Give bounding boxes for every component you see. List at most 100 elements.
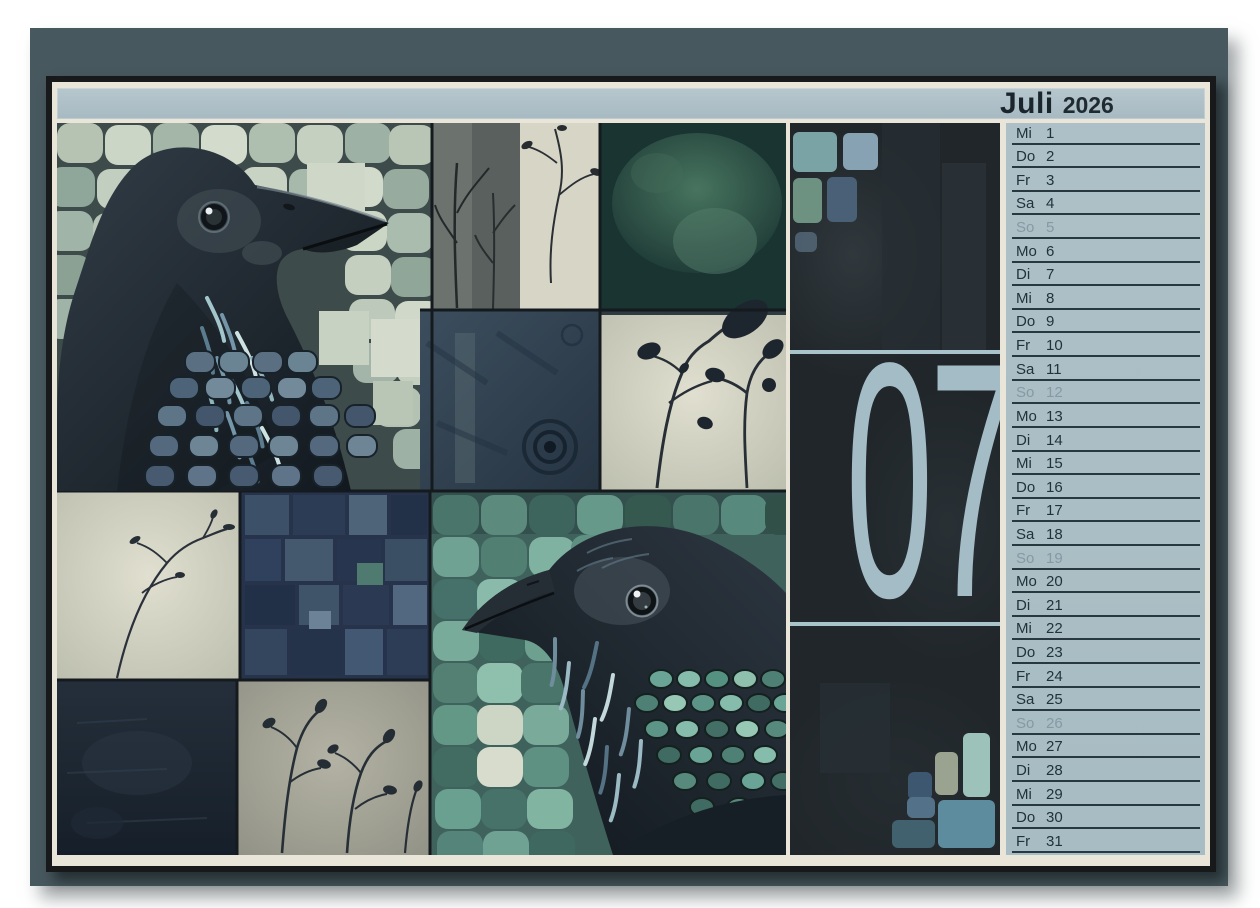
- day-abbr: Mi: [1016, 786, 1042, 803]
- day-row: Sa18: [1006, 524, 1205, 548]
- day-number: 9: [1046, 313, 1054, 330]
- day-abbr: Do: [1016, 479, 1042, 496]
- day-abbr: Di: [1016, 597, 1042, 614]
- day-abbr: So: [1016, 219, 1042, 236]
- day-row: Fr31: [1006, 831, 1205, 855]
- day-row: Mo27: [1006, 737, 1205, 761]
- day-row: Di7: [1006, 265, 1205, 289]
- day-row: Do9: [1006, 312, 1205, 336]
- day-abbr: So: [1016, 550, 1042, 567]
- day-abbr: Fr: [1016, 337, 1042, 354]
- day-abbr: Mo: [1016, 573, 1042, 590]
- header-bar: Juli 2026: [57, 88, 1205, 119]
- day-number: 1: [1046, 125, 1054, 142]
- day-number: 31: [1046, 833, 1063, 850]
- day-row: So12: [1006, 383, 1205, 407]
- day-abbr: So: [1016, 715, 1042, 732]
- tree-panel-gray: [432, 123, 520, 310]
- day-number: 8: [1046, 290, 1054, 307]
- day-number: 19: [1046, 550, 1063, 567]
- day-row: Mi8: [1006, 288, 1205, 312]
- thin-branch-panel: [57, 491, 240, 680]
- day-abbr: Mi: [1016, 620, 1042, 637]
- day-number: 28: [1046, 762, 1063, 779]
- raven-right-eye: [627, 586, 658, 617]
- day-row: Di21: [1006, 595, 1205, 619]
- day-abbr: Fr: [1016, 668, 1042, 685]
- day-row: Mi1: [1006, 123, 1205, 147]
- day-abbr: Mo: [1016, 738, 1042, 755]
- day-row: Di14: [1006, 430, 1205, 454]
- day-row: Mi29: [1006, 784, 1205, 808]
- day-row: Do16: [1006, 477, 1205, 501]
- day-number: 21: [1046, 597, 1063, 614]
- month-title: Juli 2026: [1000, 88, 1114, 120]
- day-abbr: Di: [1016, 762, 1042, 779]
- day-abbr: Mo: [1016, 243, 1042, 260]
- day-row: Mo6: [1006, 241, 1205, 265]
- mosaic-tile: [827, 177, 857, 222]
- day-number: 16: [1046, 479, 1063, 496]
- day-row: Do2: [1006, 147, 1205, 171]
- day-number: 15: [1046, 455, 1063, 472]
- day-row: Sa4: [1006, 194, 1205, 218]
- wood-knot-panel: [420, 310, 600, 490]
- dark-texture-panel: [57, 680, 237, 855]
- desk-pad: Juli 2026: [30, 28, 1228, 886]
- day-number: 23: [1046, 644, 1063, 661]
- day-number: 30: [1046, 809, 1063, 826]
- block-mosaic-panel: [240, 491, 430, 680]
- day-row: Sa11: [1006, 359, 1205, 383]
- day-number: 22: [1046, 620, 1063, 637]
- day-abbr: Sa: [1016, 195, 1042, 212]
- mosaic-tile: [935, 752, 958, 795]
- month-number: 07: [846, 313, 945, 648]
- day-abbr: Sa: [1016, 361, 1042, 378]
- day-row: So5: [1006, 217, 1205, 241]
- day-abbr: Do: [1016, 809, 1042, 826]
- day-abbr: Fr: [1016, 172, 1042, 189]
- mosaic-tile: [963, 733, 990, 797]
- day-number: 12: [1046, 384, 1063, 401]
- day-number: 25: [1046, 691, 1063, 708]
- mosaic-tile: [908, 772, 932, 800]
- twig-bush-panel: [237, 680, 430, 855]
- day-number: 26: [1046, 715, 1063, 732]
- day-row: Fr24: [1006, 666, 1205, 690]
- day-list: Mi1Do2Fr3Sa4So5Mo6Di7Mi8Do9Fr10Sa11So12M…: [1006, 123, 1205, 855]
- day-row: So19: [1006, 548, 1205, 572]
- mosaic-texture-column: [820, 683, 890, 773]
- day-row: Di28: [1006, 760, 1205, 784]
- day-number: 2: [1046, 148, 1054, 165]
- glow-panel-teal: [600, 123, 786, 310]
- day-row: Mi15: [1006, 454, 1205, 478]
- day-row: Do30: [1006, 808, 1205, 832]
- artwork-panel: [57, 123, 786, 855]
- day-number: 14: [1046, 432, 1063, 449]
- day-number: 3: [1046, 172, 1054, 189]
- twig-panel-cream: [520, 123, 603, 310]
- day-number: 29: [1046, 786, 1063, 803]
- day-abbr: Mi: [1016, 455, 1042, 472]
- day-number: 5: [1046, 219, 1054, 236]
- day-abbr: Sa: [1016, 691, 1042, 708]
- day-abbr: So: [1016, 384, 1042, 401]
- day-row: Mo20: [1006, 572, 1205, 596]
- day-number: 10: [1046, 337, 1063, 354]
- mosaic-tile: [793, 178, 822, 223]
- cream-mat: Juli 2026: [52, 82, 1210, 866]
- day-number: 6: [1046, 243, 1054, 260]
- day-number: 24: [1046, 668, 1063, 685]
- day-abbr: Mo: [1016, 408, 1042, 425]
- day-abbr: Fr: [1016, 502, 1042, 519]
- mosaic-tile: [795, 232, 817, 252]
- day-abbr: Di: [1016, 266, 1042, 283]
- day-number: 17: [1046, 502, 1063, 519]
- day-row: Do23: [1006, 642, 1205, 666]
- day-abbr: Fr: [1016, 833, 1042, 850]
- day-abbr: Mi: [1016, 290, 1042, 307]
- mosaic-tile: [793, 132, 837, 172]
- day-row: Mi22: [1006, 619, 1205, 643]
- day-number: 18: [1046, 526, 1063, 543]
- day-abbr: Do: [1016, 148, 1042, 165]
